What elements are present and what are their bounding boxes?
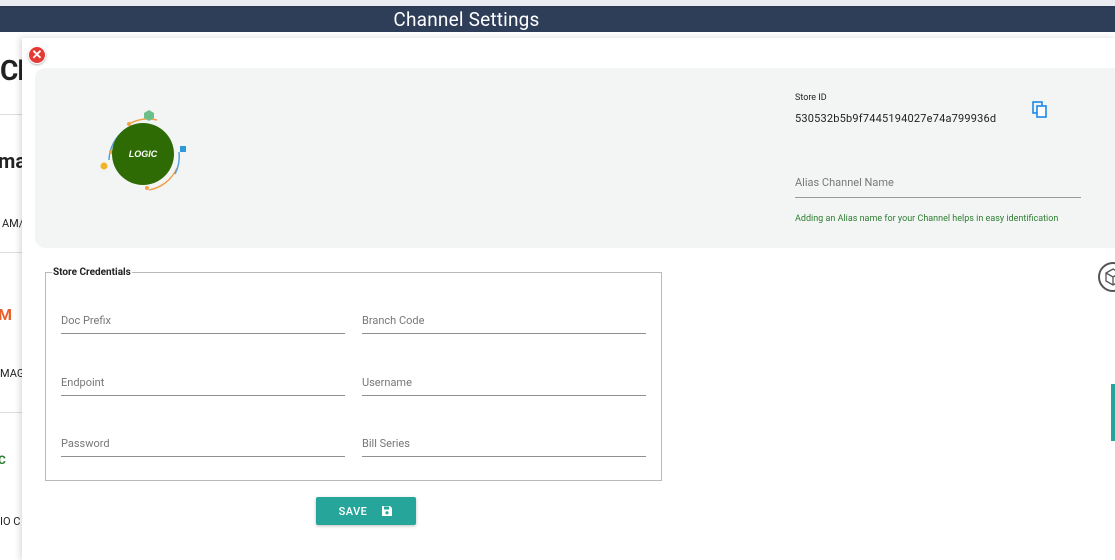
background-heading: Cl xyxy=(0,54,24,87)
background-page: Cl ma AM/ M MAGI C IO C xyxy=(0,32,24,560)
background-card-amazon[interactable]: ma AM/ xyxy=(0,114,24,252)
window-title: Channel Settings xyxy=(393,8,540,31)
branch-code-input[interactable] xyxy=(362,308,646,334)
amazon-logo: ma xyxy=(0,149,24,173)
save-button[interactable]: SAVE xyxy=(316,497,416,525)
top-strip xyxy=(0,0,1115,8)
background-card-magento[interactable]: M MAGI xyxy=(0,252,24,412)
background-card-label: AM/ xyxy=(2,217,24,230)
background-card-zoho[interactable]: C IO C xyxy=(0,412,24,560)
password-input[interactable] xyxy=(61,431,345,457)
channel-settings-modal: LOGIC Store ID 530532b5b9f7445194027e74a… xyxy=(22,38,1115,560)
cube-icon[interactable] xyxy=(1098,262,1115,292)
magento-logo: M xyxy=(0,305,13,324)
endpoint-input[interactable] xyxy=(61,370,345,396)
store-credentials-fieldset: Store Credentials xyxy=(45,267,662,481)
bill-series-input[interactable] xyxy=(362,431,646,457)
background-card-label: MAGI xyxy=(0,367,24,380)
side-accent-bar xyxy=(1111,384,1115,441)
background-card-label: IO C xyxy=(0,515,21,528)
alias-channel-name-input[interactable] xyxy=(795,168,1081,198)
store-id-label: Store ID xyxy=(795,93,827,103)
svg-text:LOGIC: LOGIC xyxy=(129,149,158,159)
floppy-disk-icon xyxy=(382,506,393,516)
store-credentials-legend: Store Credentials xyxy=(53,267,131,278)
window-title-bar: Channel Settings xyxy=(0,8,1115,32)
close-icon[interactable]: ✕ xyxy=(28,46,46,64)
doc-prefix-input[interactable] xyxy=(61,308,345,334)
store-id-value: 530532b5b9f7445194027e74a799936d xyxy=(795,112,997,125)
store-logo: LOGIC xyxy=(99,108,191,200)
copy-icon[interactable] xyxy=(1032,101,1048,119)
logic-logo-icon: LOGIC xyxy=(100,110,186,191)
alias-hint-text: Adding an Alias name for your Channel he… xyxy=(795,214,1059,224)
zoho-logo: C xyxy=(0,453,6,467)
save-button-label: SAVE xyxy=(338,504,368,518)
username-input[interactable] xyxy=(362,370,646,396)
store-info-panel: LOGIC Store ID 530532b5b9f7445194027e74a… xyxy=(35,68,1115,248)
